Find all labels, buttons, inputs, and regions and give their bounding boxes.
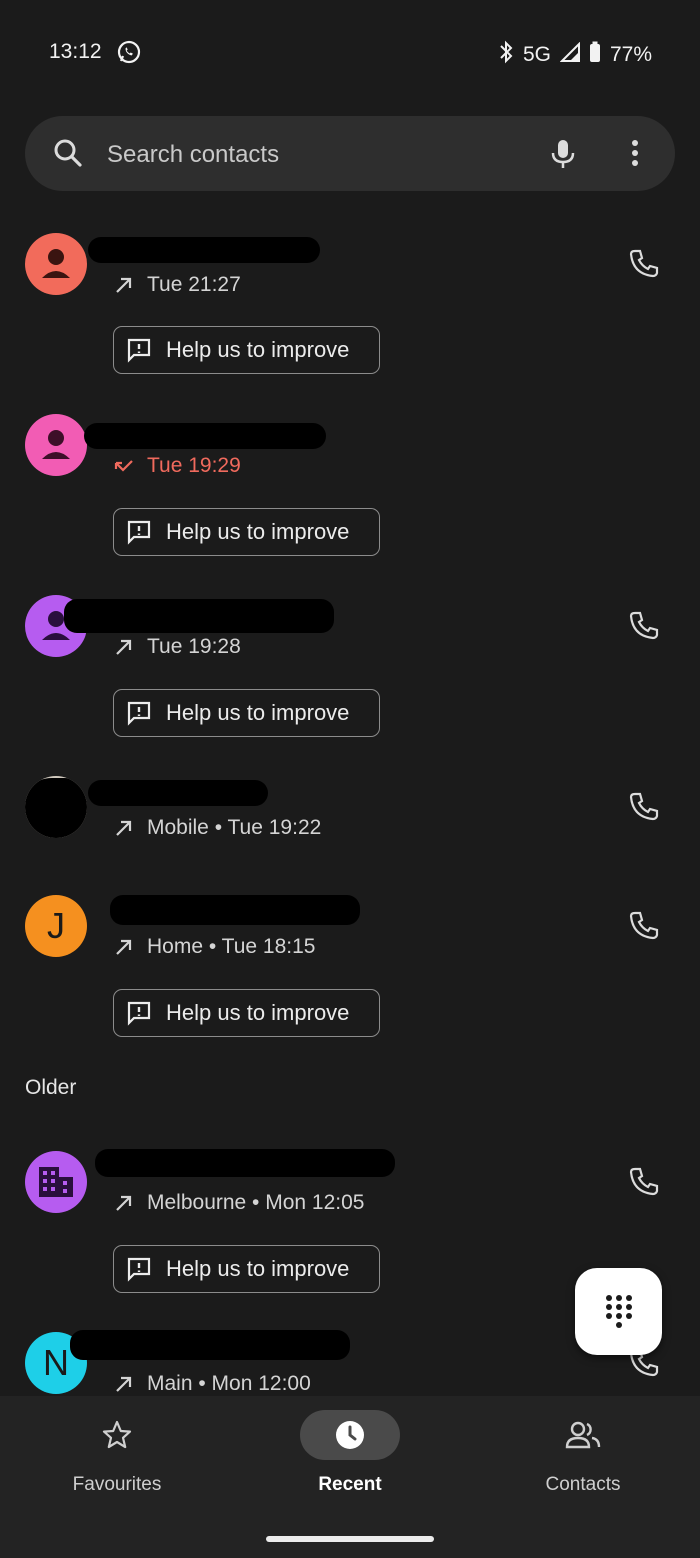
phone-icon	[629, 249, 659, 278]
contact-name-redacted	[110, 895, 360, 925]
call-entry[interactable]: Tue 19:28 Help us to improve	[0, 587, 700, 747]
battery-icon	[589, 41, 601, 69]
status-bar: 13:12 5G 77%	[0, 0, 700, 105]
call-entry[interactable]: Tue 19:29 Help us to improve	[0, 406, 700, 566]
avatar	[25, 233, 87, 295]
bottom-nav: Favourites Recent Contacts	[0, 1396, 700, 1558]
outgoing-call-icon	[116, 1376, 132, 1392]
phone-icon	[629, 911, 659, 940]
feedback-icon	[127, 338, 151, 363]
help-chip-label: Help us to improve	[166, 1256, 350, 1281]
contact-name-redacted	[95, 1149, 395, 1177]
clock-icon	[336, 1421, 364, 1449]
call-entry[interactable]: Tue 21:27 Help us to improve	[0, 225, 700, 385]
help-improve-chip[interactable]: Help us to improve	[113, 989, 380, 1037]
call-back-button[interactable]	[622, 1160, 666, 1204]
nav-favourites[interactable]: Favourites	[27, 1410, 207, 1496]
call-meta: Tue 19:29	[113, 454, 241, 478]
help-improve-chip[interactable]: Help us to improve	[113, 508, 380, 556]
help-chip-label: Help us to improve	[166, 337, 350, 362]
feedback-icon	[127, 1001, 151, 1026]
feedback-icon	[127, 520, 151, 545]
nav-contacts[interactable]: Contacts	[493, 1410, 673, 1496]
outgoing-call-icon	[116, 939, 132, 955]
avatar-initial: N	[43, 1342, 69, 1383]
call-back-button[interactable]	[622, 242, 666, 286]
avatar-initial: J	[47, 905, 65, 946]
call-detail: Tue 19:28	[147, 635, 241, 658]
feedback-icon	[127, 1257, 151, 1282]
call-detail: Melbourne • Mon 12:05	[147, 1191, 365, 1214]
help-chip-label: Help us to improve	[166, 519, 350, 544]
search-bar[interactable]	[25, 116, 675, 191]
help-improve-chip[interactable]: Help us to improve	[113, 326, 380, 374]
call-entry[interactable]: J Home • Tue 18:15 Help us to improve	[0, 887, 700, 1047]
call-back-button[interactable]	[622, 604, 666, 648]
call-detail: Main • Mon 12:00	[147, 1372, 311, 1395]
mic-icon[interactable]	[549, 138, 577, 175]
business-icon	[39, 1167, 73, 1197]
section-header-older: Older	[25, 1076, 77, 1099]
missed-call-icon	[114, 460, 133, 472]
avatar	[25, 414, 87, 476]
search-input[interactable]	[105, 136, 509, 174]
call-entry[interactable]: Mobile • Tue 19:22	[0, 768, 700, 868]
phone-icon	[629, 611, 659, 640]
call-back-button[interactable]	[622, 904, 666, 948]
outgoing-call-icon	[116, 277, 132, 293]
call-back-button[interactable]	[622, 785, 666, 829]
phone-icon	[629, 1167, 659, 1196]
nav-label: Contacts	[545, 1474, 621, 1495]
help-chip-label: Help us to improve	[166, 1000, 350, 1025]
call-meta: Melbourne • Mon 12:05	[113, 1191, 365, 1215]
call-meta: Mobile • Tue 19:22	[113, 816, 321, 840]
avatar: J	[25, 895, 87, 957]
search-icon	[53, 138, 83, 173]
call-detail: Home • Tue 18:15	[147, 935, 316, 958]
call-meta: Main • Mon 12:00	[113, 1372, 311, 1396]
contact-name-redacted	[88, 780, 268, 806]
star-icon	[102, 1420, 132, 1449]
dialpad-icon	[605, 1294, 632, 1328]
signal-icon	[559, 41, 580, 68]
help-chip-label: Help us to improve	[166, 700, 350, 725]
call-detail: Tue 21:27	[147, 273, 241, 296]
network-type: 5G	[522, 43, 551, 66]
avatar-photo	[25, 776, 87, 838]
help-improve-chip[interactable]: Help us to improve	[113, 689, 380, 737]
bluetooth-icon	[498, 40, 514, 70]
phone-icon	[629, 792, 659, 821]
contact-name-redacted	[88, 237, 320, 263]
nav-label: Recent	[318, 1474, 382, 1495]
outgoing-call-icon	[116, 1195, 132, 1211]
more-vert-icon[interactable]	[625, 138, 645, 173]
nav-label: Favourites	[72, 1474, 162, 1495]
home-indicator[interactable]	[266, 1536, 434, 1542]
battery-percent: 77%	[609, 43, 652, 66]
contact-name-redacted	[84, 423, 326, 449]
call-meta: Home • Tue 18:15	[113, 935, 315, 959]
avatar	[25, 1151, 87, 1213]
call-detail: Mobile • Tue 19:22	[147, 816, 322, 839]
call-meta: Tue 19:28	[113, 635, 241, 659]
outgoing-call-icon	[116, 820, 132, 836]
contact-name-redacted	[64, 599, 334, 633]
outgoing-call-icon	[116, 639, 132, 655]
feedback-icon	[127, 701, 151, 726]
help-improve-chip[interactable]: Help us to improve	[113, 1245, 380, 1293]
contact-name-redacted	[70, 1330, 350, 1360]
call-meta: Tue 21:27	[113, 273, 241, 297]
people-icon	[565, 1421, 601, 1449]
whatsapp-icon	[116, 39, 142, 70]
call-detail: Tue 19:29	[147, 454, 241, 477]
dialpad-button[interactable]	[575, 1268, 662, 1355]
nav-recent[interactable]: Recent	[260, 1410, 440, 1496]
status-time: 13:12	[49, 40, 102, 63]
